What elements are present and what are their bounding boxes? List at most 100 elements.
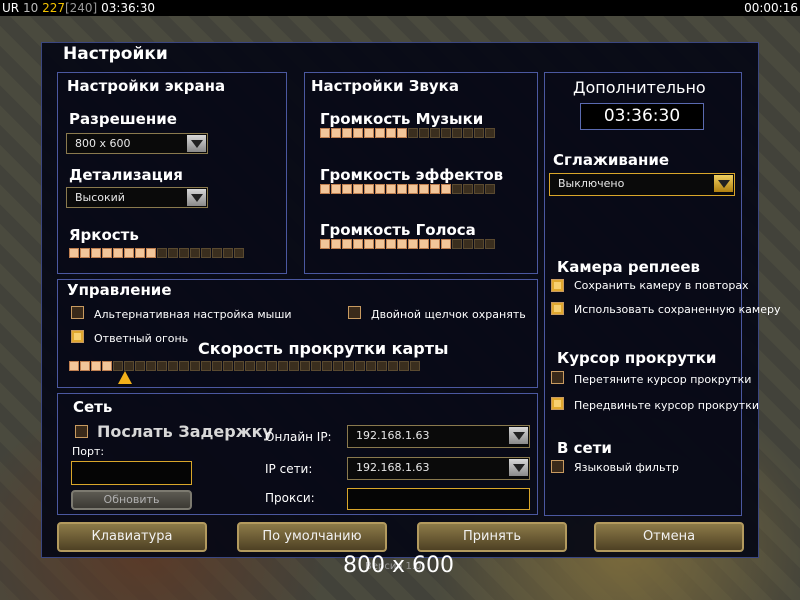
voice-volume-slider[interactable] — [320, 239, 495, 249]
slider-segment[interactable] — [223, 361, 233, 371]
use-saved-camera-checkbox[interactable] — [551, 302, 564, 315]
slider-segment[interactable] — [386, 239, 396, 249]
slider-segment[interactable] — [124, 361, 134, 371]
slider-segment[interactable] — [399, 361, 409, 371]
double-click-guard-checkbox[interactable] — [348, 306, 361, 319]
accept-button[interactable]: Принять — [417, 522, 567, 552]
slider-segment[interactable] — [102, 361, 112, 371]
port-input[interactable] — [71, 461, 192, 485]
slider-segment[interactable] — [146, 361, 156, 371]
slider-segment[interactable] — [419, 128, 429, 138]
slider-segment[interactable] — [408, 239, 418, 249]
slider-segment[interactable] — [267, 361, 277, 371]
slider-segment[interactable] — [353, 239, 363, 249]
language-filter-checkbox[interactable] — [551, 460, 564, 473]
slider-segment[interactable] — [80, 248, 90, 258]
slider-segment[interactable] — [397, 184, 407, 194]
slider-segment[interactable] — [146, 248, 156, 258]
slider-segment[interactable] — [168, 361, 178, 371]
brightness-slider[interactable] — [69, 248, 244, 258]
update-button[interactable]: Обновить — [71, 490, 192, 510]
slider-segment[interactable] — [256, 361, 266, 371]
slider-segment[interactable] — [441, 128, 451, 138]
slider-segment[interactable] — [463, 128, 473, 138]
slider-segment[interactable] — [344, 361, 354, 371]
move-cursor-checkbox[interactable] — [551, 397, 564, 410]
slider-segment[interactable] — [474, 239, 484, 249]
slider-segment[interactable] — [474, 184, 484, 194]
chevron-down-icon[interactable] — [509, 427, 528, 444]
slider-segment[interactable] — [342, 184, 352, 194]
slider-segment[interactable] — [331, 184, 341, 194]
slider-segment[interactable] — [102, 248, 112, 258]
slider-segment[interactable] — [408, 184, 418, 194]
scroll-speed-slider[interactable] — [69, 361, 420, 371]
slider-segment[interactable] — [212, 361, 222, 371]
slider-segment[interactable] — [386, 128, 396, 138]
slider-segment[interactable] — [377, 361, 387, 371]
chevron-down-icon[interactable] — [509, 459, 528, 476]
slider-segment[interactable] — [342, 239, 352, 249]
slider-segment[interactable] — [179, 248, 189, 258]
slider-segment[interactable] — [245, 361, 255, 371]
slider-segment[interactable] — [474, 128, 484, 138]
slider-segment[interactable] — [190, 361, 200, 371]
slider-segment[interactable] — [212, 248, 222, 258]
slider-segment[interactable] — [289, 361, 299, 371]
slider-segment[interactable] — [113, 248, 123, 258]
slider-segment[interactable] — [375, 128, 385, 138]
chevron-down-icon[interactable] — [714, 175, 733, 192]
slider-segment[interactable] — [463, 239, 473, 249]
slider-segment[interactable] — [366, 361, 376, 371]
slider-segment[interactable] — [320, 239, 330, 249]
scroll-speed-marker-icon[interactable] — [118, 371, 132, 384]
slider-segment[interactable] — [80, 361, 90, 371]
slider-segment[interactable] — [157, 248, 167, 258]
slider-segment[interactable] — [223, 248, 233, 258]
slider-segment[interactable] — [355, 361, 365, 371]
slider-segment[interactable] — [419, 239, 429, 249]
slider-segment[interactable] — [91, 248, 101, 258]
slider-segment[interactable] — [441, 239, 451, 249]
slider-segment[interactable] — [179, 361, 189, 371]
slider-segment[interactable] — [419, 184, 429, 194]
slider-segment[interactable] — [320, 128, 330, 138]
slider-segment[interactable] — [124, 248, 134, 258]
slider-segment[interactable] — [441, 184, 451, 194]
slider-segment[interactable] — [353, 128, 363, 138]
slider-segment[interactable] — [430, 128, 440, 138]
slider-segment[interactable] — [430, 239, 440, 249]
slider-segment[interactable] — [485, 128, 495, 138]
chevron-down-icon[interactable] — [187, 189, 206, 206]
slider-segment[interactable] — [375, 239, 385, 249]
slider-segment[interactable] — [452, 239, 462, 249]
send-delay-checkbox[interactable] — [75, 425, 88, 438]
slider-segment[interactable] — [190, 248, 200, 258]
slider-segment[interactable] — [452, 128, 462, 138]
return-fire-checkbox[interactable] — [71, 330, 84, 343]
lan-ip-dropdown[interactable]: 192.168.1.63 — [347, 457, 530, 480]
slider-segment[interactable] — [386, 184, 396, 194]
slider-segment[interactable] — [364, 128, 374, 138]
slider-segment[interactable] — [234, 248, 244, 258]
slider-segment[interactable] — [91, 361, 101, 371]
save-camera-checkbox[interactable] — [551, 279, 564, 292]
slider-segment[interactable] — [408, 128, 418, 138]
slider-segment[interactable] — [135, 248, 145, 258]
cancel-button[interactable]: Отмена — [594, 522, 744, 552]
keyboard-button[interactable]: Клавиатура — [57, 522, 207, 552]
defaults-button[interactable]: По умолчанию — [237, 522, 387, 552]
slider-segment[interactable] — [397, 128, 407, 138]
slider-segment[interactable] — [69, 361, 79, 371]
slider-segment[interactable] — [375, 184, 385, 194]
slider-segment[interactable] — [69, 248, 79, 258]
slider-segment[interactable] — [157, 361, 167, 371]
slider-segment[interactable] — [342, 128, 352, 138]
slider-segment[interactable] — [234, 361, 244, 371]
slider-segment[interactable] — [430, 184, 440, 194]
slider-segment[interactable] — [397, 239, 407, 249]
resolution-dropdown[interactable]: 800 x 600 — [66, 133, 208, 154]
slider-segment[interactable] — [353, 184, 363, 194]
slider-segment[interactable] — [278, 361, 288, 371]
effects-volume-slider[interactable] — [320, 184, 495, 194]
